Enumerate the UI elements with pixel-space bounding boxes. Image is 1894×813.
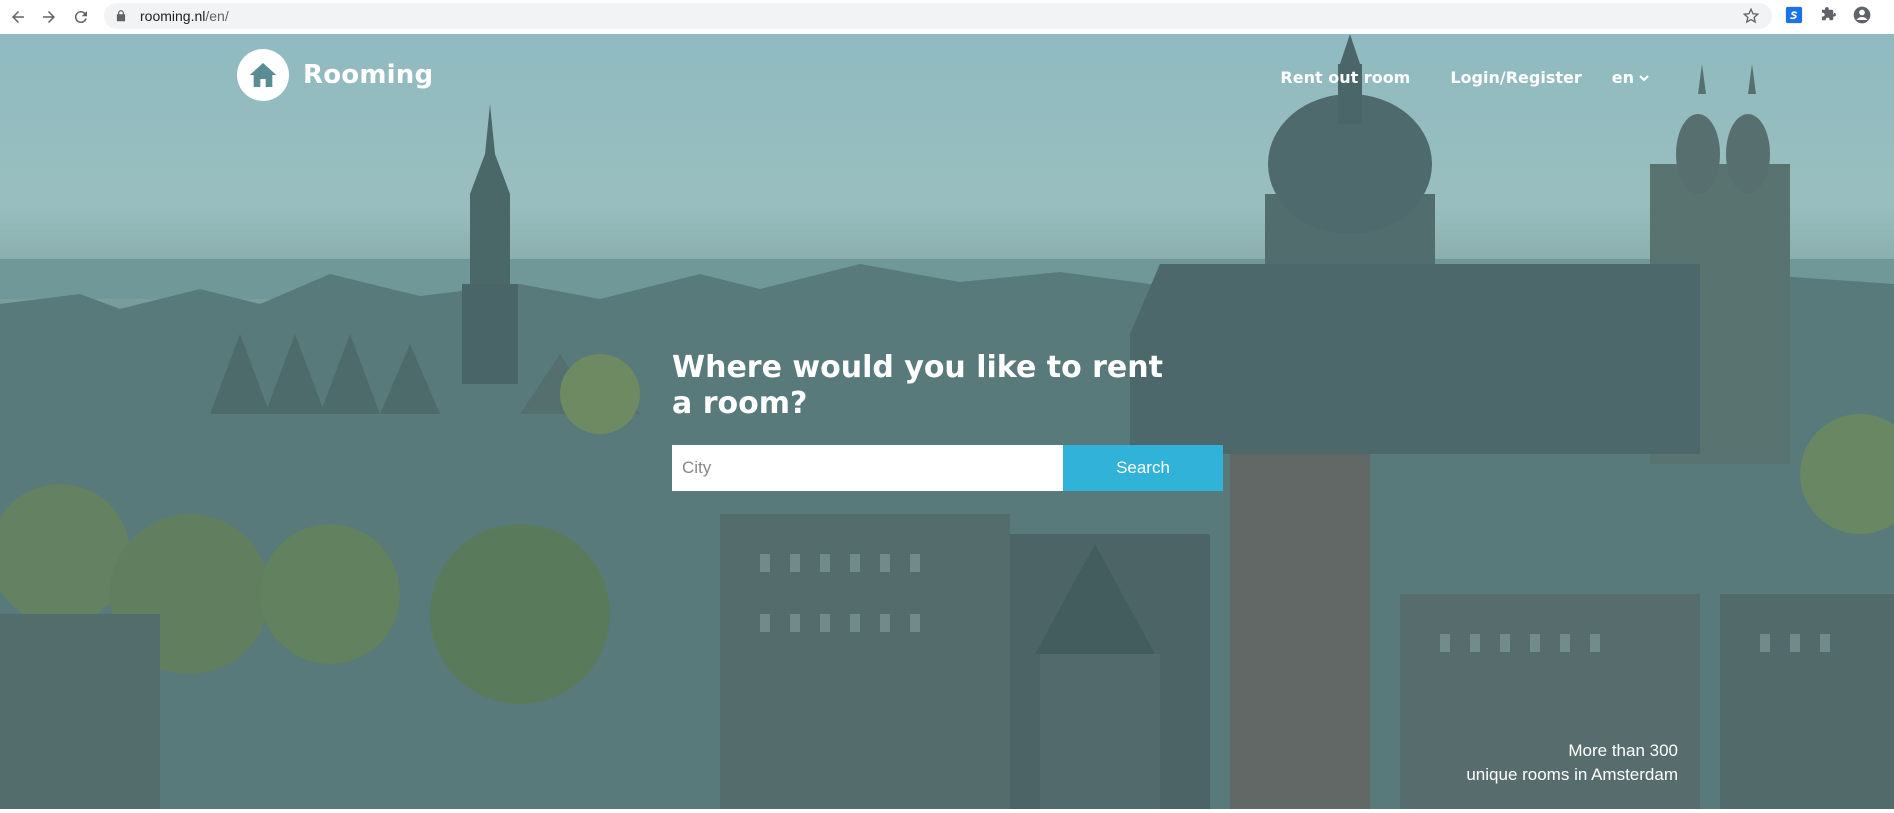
hero-tagline: More than 300 unique rooms in Amsterdam: [1466, 739, 1678, 787]
lock-icon: [114, 9, 128, 23]
browser-toolbar: rooming.nl/en/: [0, 0, 1894, 34]
language-label: en: [1611, 68, 1634, 87]
login-register-link[interactable]: Login/Register: [1450, 68, 1581, 87]
extension-s-icon[interactable]: [1784, 5, 1804, 25]
rent-out-room-link[interactable]: Rent out room: [1280, 68, 1410, 87]
bookmark-star-icon[interactable]: [1742, 7, 1760, 25]
extensions-puzzle-icon[interactable]: [1818, 5, 1838, 25]
search-button[interactable]: Search: [1063, 445, 1223, 491]
profile-avatar-icon[interactable]: [1852, 5, 1872, 25]
top-navigation: Rent out room Login/Register en: [1240, 68, 1650, 87]
city-search-input[interactable]: [672, 445, 1063, 491]
city-search-form: Search: [672, 445, 1223, 491]
reload-icon[interactable]: [66, 2, 96, 32]
url-text: rooming.nl/en/: [140, 8, 229, 24]
language-selector[interactable]: en: [1612, 68, 1650, 87]
brand-logo-link[interactable]: Rooming: [237, 49, 433, 101]
url-host: rooming.nl: [140, 8, 206, 24]
tagline-line-1: More than 300: [1568, 741, 1678, 760]
url-path: /en/: [205, 8, 229, 24]
back-icon[interactable]: [3, 2, 33, 32]
tagline-line-2: unique rooms in Amsterdam: [1466, 765, 1678, 784]
address-bar[interactable]: rooming.nl/en/: [104, 3, 1772, 29]
home-icon: [237, 49, 289, 101]
extension-area: [1784, 5, 1872, 25]
hero-section: Rooming Rent out room Login/Register en …: [0, 34, 1894, 809]
forward-icon[interactable]: [34, 2, 64, 32]
hero-headline: Where would you like to rent a room?: [672, 350, 1163, 421]
chevron-down-icon: [1639, 74, 1649, 81]
brand-name: Rooming: [303, 60, 434, 90]
